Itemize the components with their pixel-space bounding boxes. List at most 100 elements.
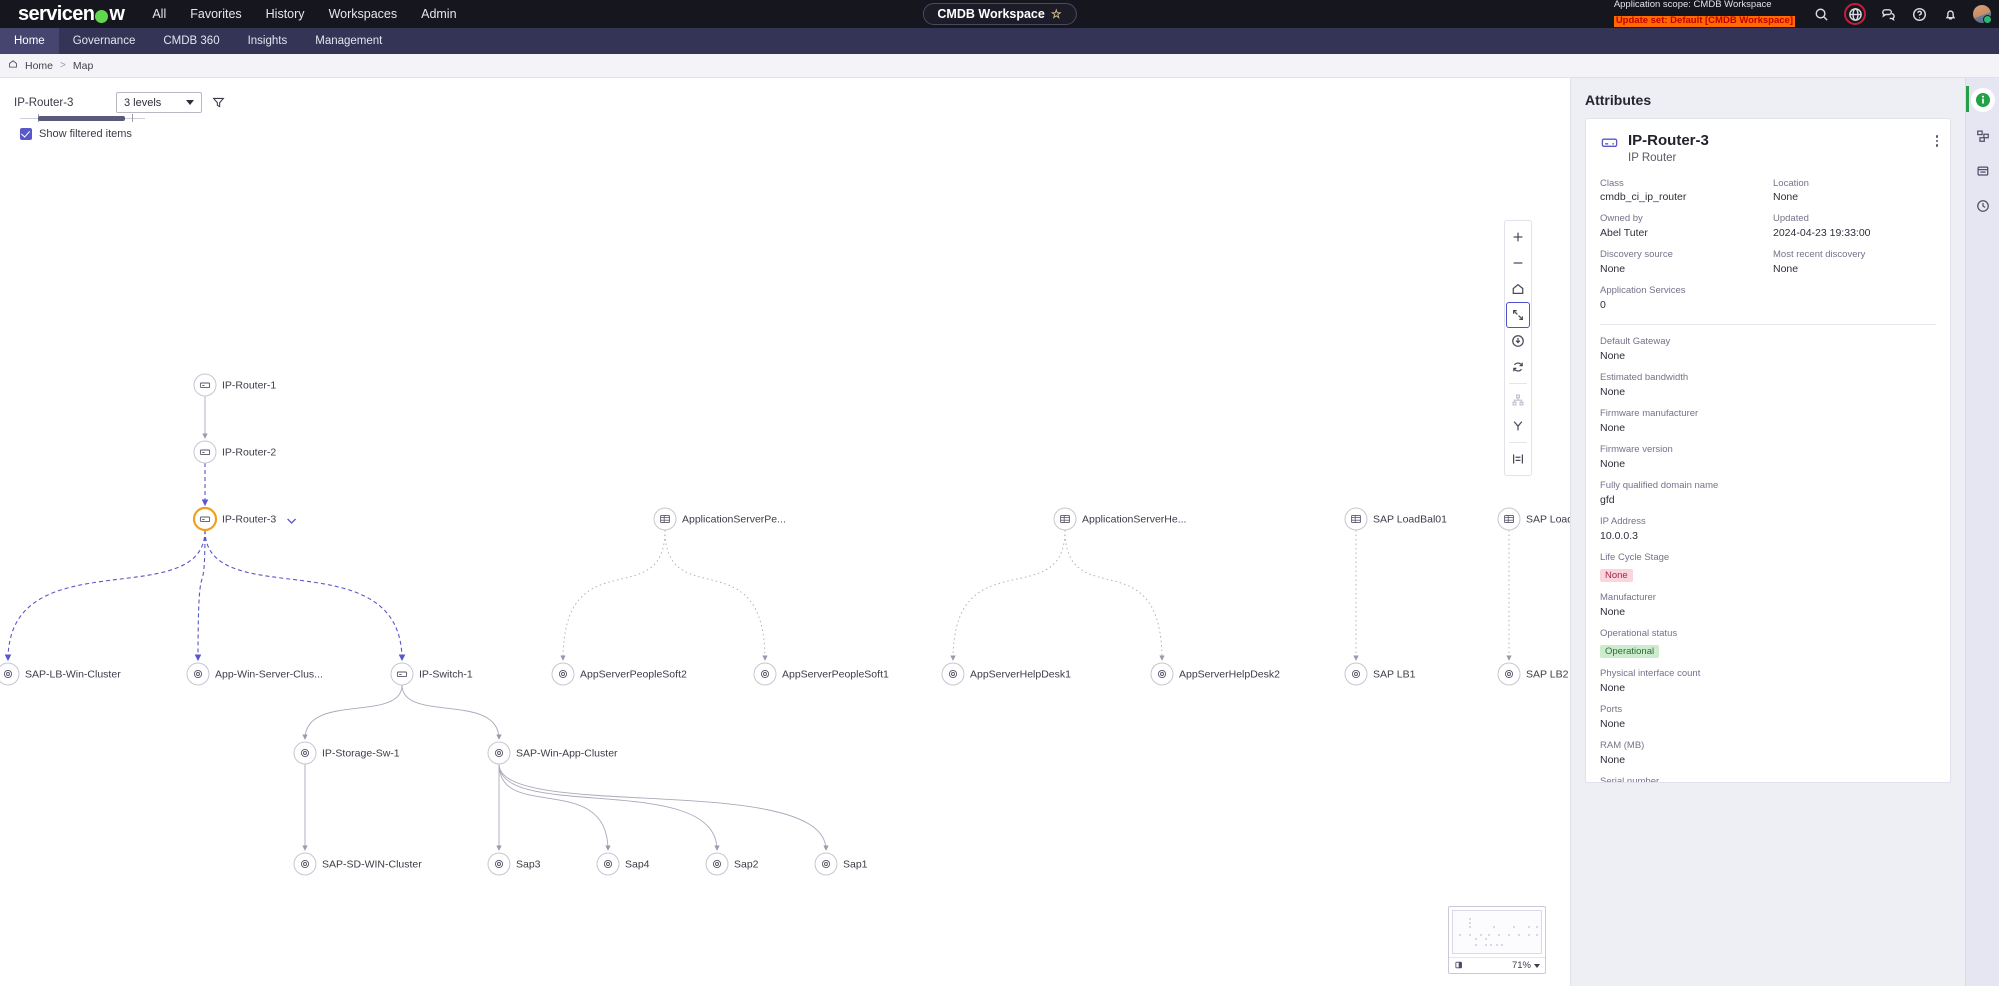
zoom-level-selector[interactable]: 71% [1512,960,1540,971]
help-icon[interactable] [1911,6,1928,23]
minimap-viewport[interactable] [1452,910,1542,954]
zoom-out-icon[interactable] [1506,250,1530,276]
filter-icon[interactable] [212,96,225,109]
chevron-down-icon [186,100,194,105]
minimap-node-dot [1487,934,1490,937]
graph-node[interactable]: Sap3 [487,852,541,876]
list-icon[interactable] [1972,160,1994,182]
history-icon[interactable] [1972,195,1994,217]
graph-node[interactable]: SAP LB1 [1344,662,1416,686]
zoom-in-icon[interactable] [1506,224,1530,250]
graph-edge [950,529,1066,661]
attribute-pair: Updated 2024-04-23 19:33:00 [1773,213,1936,240]
graph-node[interactable]: SAP-LB-Win-Cluster [0,662,121,686]
chevron-down-icon[interactable] [287,518,297,524]
attribute-key: Firmware version [1600,444,1673,456]
chevron-down-icon [1534,963,1540,968]
update-set-badge[interactable]: Update set: Default [CMDB Workspace] [1613,15,1795,27]
related-items-icon[interactable] [1972,125,1994,147]
subnav-item-management[interactable]: Management [301,28,396,54]
attribute-key: Serial number [1600,775,1660,783]
globe-icon[interactable] [1844,3,1866,25]
minimap[interactable]: 71% [1448,906,1546,974]
breadcrumb-item-map[interactable]: Map [73,60,93,72]
graph-node[interactable]: IP-Router-3 [192,506,297,532]
home-reset-icon[interactable] [1506,276,1530,302]
graph-node[interactable]: ApplicationServerHe... [1053,507,1186,531]
graph-node-label: AppServerPeopleSoft1 [782,669,889,681]
graph-node[interactable]: SAP-Win-App-Cluster [487,741,618,765]
subnav-item-insights[interactable]: Insights [234,28,302,54]
minimap-node-dot [1528,925,1531,928]
graph-node[interactable]: IP-Router-2 [193,440,276,464]
graph-node[interactable]: SAP LoadBal02 [1497,507,1570,531]
workspace-sub-navigation: Home Governance CMDB 360 Insights Manage… [0,28,1999,54]
search-icon[interactable] [1813,6,1830,23]
graph-node[interactable]: IP-Switch-1 [390,662,473,686]
graph-node[interactable]: IP-Router-1 [193,373,276,397]
graph-node-label: Sap4 [625,859,650,871]
map-canvas[interactable]: IP-Router-3 3 levels Show filtered items [0,78,1570,986]
top-nav-workspaces[interactable]: Workspaces [329,7,398,21]
subnav-item-governance[interactable]: Governance [59,28,150,54]
levels-select[interactable]: 3 levels [116,92,202,113]
tree-layout-icon[interactable] [1506,413,1530,439]
attribute-key: Fully qualified domain name [1600,480,1719,492]
download-icon[interactable] [1506,328,1530,354]
top-nav-history[interactable]: History [266,7,305,21]
conversations-icon[interactable] [1880,6,1897,23]
graph-node[interactable]: SAP-SD-WIN-Cluster [293,852,422,876]
graph-node[interactable]: App-Win-Server-Clus... [186,662,323,686]
attribute-value: cmdb_ci_ip_router [1600,191,1687,204]
avatar[interactable] [1973,5,1992,24]
subnav-item-home[interactable]: Home [0,28,59,54]
graph-node-label: SAP LB2 [1526,669,1569,681]
fit-to-screen-icon[interactable] [1506,302,1530,328]
graph-node-label: IP-Router-3 [222,514,276,526]
top-nav-admin[interactable]: Admin [421,7,456,21]
dependency-graph[interactable]: IP-Router-1 IP-Router-2 IP-Router-3 Applica… [0,78,1570,986]
attribute-pair: Application Services 0 [1600,285,1763,312]
graph-node[interactable]: AppServerPeopleSoft2 [551,662,687,686]
breadcrumb-item-home[interactable]: Home [25,60,53,72]
graph-node[interactable]: AppServerHelpDesk1 [941,662,1071,686]
more-options-icon[interactable] [1935,135,1938,147]
contrast-icon[interactable] [1454,957,1464,975]
minimap-node-dot [1479,934,1482,937]
graph-edge [204,529,406,662]
attribute-key: Updated [1773,213,1809,225]
graph-node[interactable]: SAP LB2 [1497,662,1569,686]
graph-node[interactable]: IP-Storage-Sw-1 [293,741,400,765]
legend-icon[interactable] [1506,446,1530,472]
attribute-pair: Location None [1773,178,1936,205]
attribute-key: Location [1773,177,1809,189]
ci-summary-grid: Class cmdb_ci_ip_router Location None Owned … [1600,178,1936,313]
attribute-value: None [1600,717,1626,730]
top-nav-all[interactable]: All [152,7,166,21]
star-icon[interactable]: ☆ [1051,7,1062,21]
levels-slider[interactable] [20,114,145,124]
graph-node[interactable]: Sap2 [705,852,759,876]
info-icon[interactable] [1970,88,1995,112]
slider-fill[interactable] [38,116,125,121]
graph-node[interactable]: AppServerHelpDesk2 [1150,662,1280,686]
notifications-icon[interactable] [1942,6,1959,23]
show-filtered-items-checkbox[interactable]: Show filtered items [20,128,132,140]
attribute-row: Default Gateway None [1600,336,1936,363]
graph-node[interactable]: Sap4 [596,852,650,876]
home-icon[interactable] [8,59,18,72]
workspace-title-pill[interactable]: CMDB Workspace ☆ [922,3,1077,25]
graph-node-label: AppServerHelpDesk1 [970,669,1071,681]
attribute-row: Operational status Operational [1600,628,1936,659]
graph-edge [401,684,502,740]
graph-node[interactable]: AppServerPeopleSoft1 [753,662,889,686]
refresh-icon[interactable] [1506,354,1530,380]
minimap-node-dot [1474,944,1477,947]
graph-node[interactable]: ApplicationServerPe... [653,507,786,531]
servicenow-logo[interactable]: servicen w [18,4,125,24]
attribute-pair: Class cmdb_ci_ip_router [1600,178,1763,205]
graph-node[interactable]: SAP LoadBal01 [1344,507,1447,531]
graph-node[interactable]: Sap1 [814,852,868,876]
top-nav-favorites[interactable]: Favorites [190,7,241,21]
subnav-item-cmdb-360[interactable]: CMDB 360 [149,28,233,54]
